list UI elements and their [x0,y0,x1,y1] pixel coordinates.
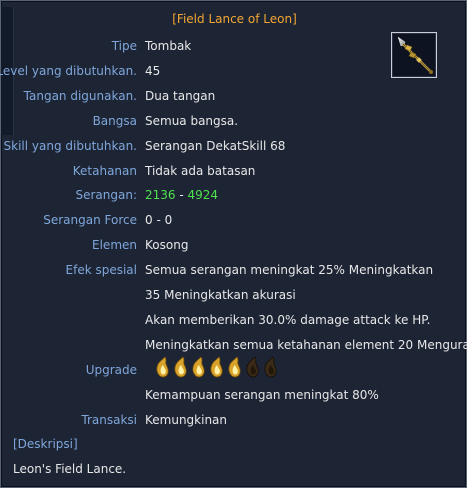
row-durability: Ketahanan Tidak ada batasan [1,164,467,182]
row-trade: Transaksi Kemungkinan [1,413,467,431]
attack-separator: - [175,188,188,202]
trade-value: Kemungkinan [145,413,228,427]
required-skill-label: Skill yang dibutuhkan. [3,139,137,153]
element-value: Kosong [145,238,189,252]
special-effect-label: Efek spesial [65,263,137,277]
required-level-value: 45 [145,64,161,78]
type-value: Tombak [145,39,192,53]
special-effect-line-2: Akan memberikan 30.0% damage attack ke H… [145,313,431,327]
row-required-level: Level yang dibutuhkan. 45 [0,64,467,82]
attack-max: 4924 [187,188,219,202]
force-attack-value: 0 - 0 [145,213,173,227]
row-hands: Tangan digunakan. Dua tangan [1,89,467,107]
element-label: Elemen [92,238,137,252]
type-label: Tipe [111,39,137,53]
row-attack: Serangan: 2136 - 4924 [1,188,467,206]
upgrade-slot-filled-icon [156,356,169,378]
row-force-attack: Serangan Force 0 - 0 [1,213,467,231]
hands-label: Tangan digunakan. [23,89,137,103]
trade-label: Transaksi [81,413,137,427]
race-label: Bangsa [92,114,137,128]
attack-value: 2136 - 4924 [145,188,218,202]
durability-label: Ketahanan [72,164,137,178]
special-effect-line-1: 35 Meningkatkan akurasi [145,288,296,302]
special-effect-line: Akan memberikan 30.0% damage attack ke H… [1,313,467,331]
special-effect-line: 35 Meningkatkan akurasi [1,288,467,306]
upgrade-slot-filled-icon [192,356,205,378]
description-text: Leon's Field Lance. [13,462,127,476]
race-value: Semua bangsa. [145,114,239,128]
attack-min: 2136 [145,188,176,202]
description-header: [Deskripsi] [13,437,78,451]
upgrade-slot-filled-icon [210,356,223,378]
special-effect-line: Meningkatkan semua ketahanan element 20 … [1,338,467,356]
item-title: [Field Lance of Leon] [172,12,297,26]
row-type: Tipe Tombak [1,39,467,57]
upgrade-slot-empty-icon [246,356,259,378]
upgrade-effect-value: Kemampuan serangan meningkat 80% [145,388,379,402]
upgrade-slots [154,356,279,378]
item-tooltip: [Field Lance of Leon] Tipe Tombak Level … [0,0,467,488]
upgrade-slot-filled-icon [228,356,241,378]
row-upgrade-effect: Kemampuan serangan meningkat 80% [1,388,467,406]
upgrade-label: Upgrade [85,363,137,377]
row-race: Bangsa Semua bangsa. [1,114,467,132]
hands-value: Dua tangan [145,89,216,103]
upgrade-slot-filled-icon [174,356,187,378]
row-required-skill: Skill yang dibutuhkan. Serangan DekatSki… [1,139,467,157]
row-special-effect: Efek spesial Semua serangan meningkat 25… [1,263,467,281]
upgrade-slot-empty-icon [264,356,277,378]
required-skill-value: Serangan DekatSkill 68 [145,139,286,153]
row-element: Elemen Kosong [1,238,467,256]
required-level-label: Level yang dibutuhkan. [0,64,137,78]
durability-value: Tidak ada batasan [145,164,256,178]
force-attack-label: Serangan Force [43,213,137,227]
special-effect-value: Semua serangan meningkat 25% Meningkatka… [145,263,434,277]
attack-label: Serangan: [75,188,137,202]
special-effect-line-3: Meningkatkan semua ketahanan element 20 … [145,338,467,352]
